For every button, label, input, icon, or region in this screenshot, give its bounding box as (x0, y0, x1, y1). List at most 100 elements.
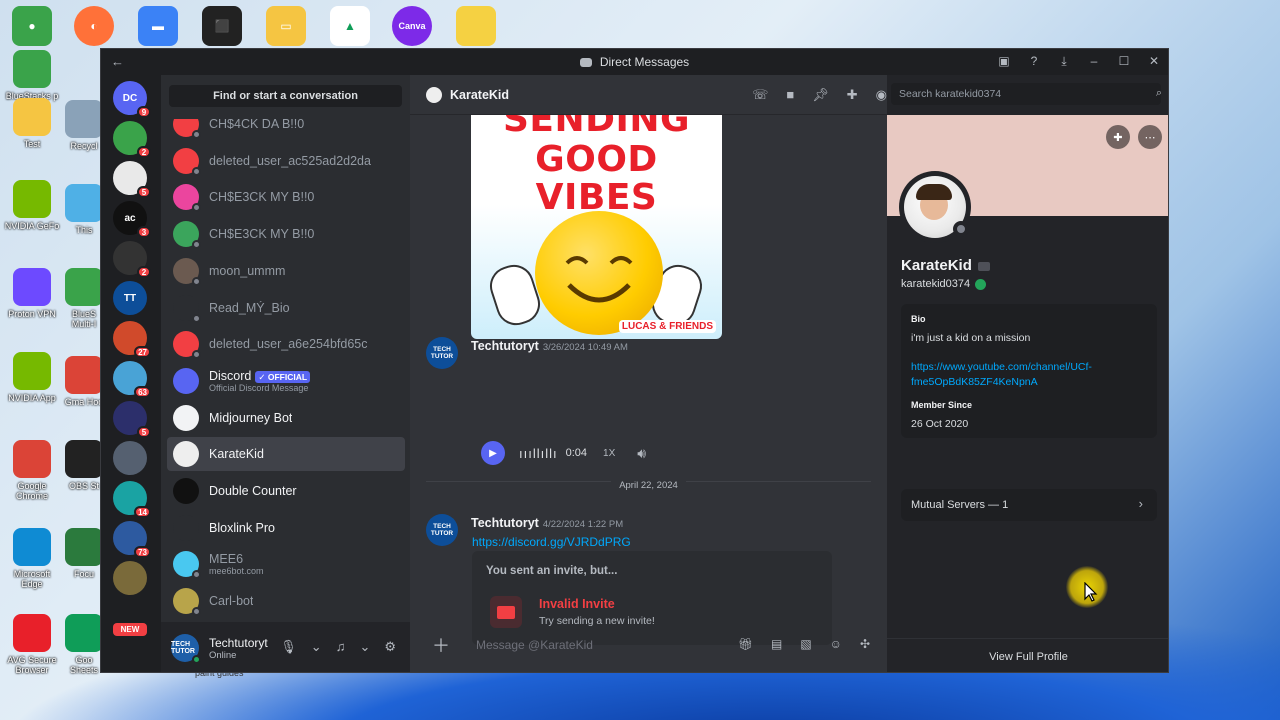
download-icon[interactable]: ⤓ (1056, 53, 1072, 69)
dm-item[interactable]: MEE6 mee6bot.com (167, 547, 405, 581)
dm-item[interactable]: Discord ✓ OFFICIAL Official Discord Messag… (167, 364, 405, 398)
headphones-icon[interactable]: ♫ (336, 639, 346, 655)
canva-icon[interactable]: Canva (392, 6, 432, 46)
desktop-icon[interactable]: NVIDIA App (2, 352, 62, 403)
headset-dropdown-chevron-icon[interactable]: ⌄ (359, 639, 370, 655)
desktop-icon[interactable]: This (64, 184, 104, 235)
server-icon[interactable]: 5 (113, 161, 151, 198)
minimize-button[interactable]: – (1086, 53, 1102, 69)
desktop-app-icon (13, 50, 51, 88)
server-icon[interactable]: 2 (113, 121, 151, 158)
bio-link[interactable]: https://www.youtube.com/channel/UCf-fme5… (911, 360, 1147, 390)
server-icon[interactable]: TT (113, 281, 147, 315)
desktop-icon[interactable]: Test (2, 98, 62, 149)
sticky-notes-icon[interactable] (456, 6, 496, 46)
search-icon[interactable]: ⌕ (1156, 87, 1162, 100)
dm-name: deleted_user_a6e254bfd65c (209, 337, 367, 351)
server-icon[interactable]: 14 (113, 481, 151, 518)
dm-item[interactable]: CH$E3CK MY B!!0 (167, 217, 405, 251)
help-icon[interactable]: ? (1026, 53, 1042, 69)
dm-item[interactable]: deleted_user_a6e254bfd65c (167, 327, 405, 361)
file-explorer-icon[interactable]: ▭ (266, 6, 306, 46)
video-call-icon[interactable]: ■ (786, 87, 794, 103)
waveform[interactable]: ıııllıllı (519, 446, 558, 461)
folder-icon[interactable]: ▬ (138, 6, 178, 46)
pinned-messages-icon[interactable]: 📌︎ (812, 87, 829, 103)
dm-avatar (173, 367, 199, 394)
server-icon[interactable]: 63 (113, 361, 151, 398)
desktop-icon[interactable]: BlueStacks p (2, 50, 62, 101)
server-icon[interactable]: ac 3 (113, 201, 151, 238)
voice-call-icon[interactable]: ☏ (752, 87, 768, 103)
dm-search-input[interactable]: Search karatekid0374 (891, 83, 1161, 105)
invite-link[interactable]: https://discord.gg/VJRDdPRG (472, 535, 631, 549)
find-conversation-button[interactable]: Find or start a conversation (169, 85, 402, 107)
good-vibes-gif[interactable]: SENDING GOOD VIBES LUCAS & FRIENDS (471, 115, 722, 339)
message-input[interactable]: Message @KarateKid (476, 638, 593, 652)
add-friend-icon[interactable]: ✚ (1106, 125, 1130, 149)
message-author[interactable]: Techtutoryt (471, 339, 539, 353)
desktop-icon[interactable]: Google Chrome (2, 440, 62, 501)
inbox-icon[interactable]: ▣ (996, 53, 1012, 69)
desktop-icon[interactable]: NVIDIA GeFo (2, 180, 62, 231)
desktop-icon[interactable]: Proton VPN (2, 268, 62, 319)
message-author-avatar[interactable]: TECH TUTOR (426, 514, 458, 546)
dm-item[interactable]: CH$4CK DA B!!0 (167, 119, 405, 141)
apps-icon[interactable]: ✣ (860, 637, 870, 651)
volume-icon[interactable]: 🔊︎ (637, 445, 646, 462)
desktop-icon[interactable]: Focu (64, 528, 104, 579)
emoji-icon[interactable]: ☺ (830, 637, 842, 651)
dm-item[interactable]: CH$E3CK MY B!!0 (167, 180, 405, 214)
bluestacks-taskbar-icon[interactable]: ● (12, 6, 52, 46)
dm-item[interactable]: moon_ummm (167, 254, 405, 288)
dm-item[interactable]: deleted_user_ac525ad2d2da (167, 144, 405, 178)
user-avatar[interactable]: TECH TUTOR (171, 634, 201, 664)
user-profile-toggle-icon[interactable]: ◉ (876, 87, 887, 103)
desktop-icon[interactable]: Microsoft Edge (2, 528, 62, 589)
dm-name: deleted_user_ac525ad2d2da (209, 154, 371, 168)
server-icon[interactable]: 5 (113, 401, 151, 438)
server-icon[interactable]: 2 (113, 241, 151, 278)
roblox-studio-icon[interactable]: ⬛ (202, 6, 242, 46)
desktop-icon[interactable]: Gma Hoo (64, 356, 104, 407)
dm-item[interactable]: Double Counter (167, 474, 405, 508)
dm-item[interactable]: Bloxlink Pro (167, 511, 405, 545)
note-icon[interactable] (977, 261, 990, 271)
playback-speed-button[interactable]: 1X (603, 448, 615, 459)
close-button[interactable]: ✕ (1146, 53, 1162, 69)
message-author-avatar[interactable]: TECH TUTOR (426, 337, 458, 369)
dm-item[interactable]: KarateKid (167, 437, 405, 472)
server-icon[interactable]: 27 (113, 321, 151, 358)
dm-item[interactable]: Read_MÝ_Bio (167, 291, 405, 325)
mic-dropdown-chevron-icon[interactable]: ⌄ (311, 639, 322, 655)
maximize-button[interactable]: ☐ (1116, 53, 1132, 69)
back-arrow-icon[interactable]: ← (111, 54, 124, 69)
gift-icon[interactable]: 🎁︎ (738, 637, 753, 651)
settings-gear-icon[interactable]: ⚙ (384, 639, 396, 655)
dm-item[interactable]: Midjourney Bot (167, 401, 405, 435)
gif-icon[interactable]: ▤ (771, 637, 782, 651)
desktop-icon[interactable]: OBS St (64, 440, 104, 491)
microphone-icon[interactable]: 🎙︎ (280, 639, 297, 655)
mutual-servers-button[interactable]: Mutual Servers — 1 › (901, 489, 1157, 521)
play-icon[interactable]: ▶ (481, 441, 505, 465)
sticker-icon[interactable]: ▧ (800, 637, 811, 651)
server-rail: NEW DC 9 2 5 ac 3 2 TT 27 63 5 14 73 (101, 75, 161, 672)
desktop-icon[interactable]: AVG Secure Browser (2, 614, 62, 675)
desktop-icon[interactable]: Goo Sheets (64, 614, 104, 675)
more-options-icon[interactable]: ⋯ (1138, 125, 1162, 149)
message-author[interactable]: Techtutoryt (471, 516, 539, 530)
dm-item[interactable]: Carl-bot (167, 584, 405, 618)
server-icon[interactable] (113, 441, 147, 475)
add-friends-to-dm-icon[interactable]: ✚ (847, 87, 858, 103)
desktop-icon[interactable]: Recycl (64, 100, 104, 151)
server-icon[interactable]: DC 9 (113, 81, 151, 118)
attach-plus-icon[interactable]: ＋ (432, 632, 452, 658)
firefox-icon[interactable]: ◐ (74, 6, 114, 46)
desktop-app-icon (13, 98, 51, 136)
server-icon[interactable] (113, 561, 147, 595)
server-icon[interactable]: 73 (113, 521, 151, 558)
desktop-icon[interactable]: BlueS Multi-I (64, 268, 104, 329)
view-full-profile-button[interactable]: View Full Profile (887, 638, 1168, 672)
google-drive-icon[interactable]: ▲ (330, 6, 370, 46)
